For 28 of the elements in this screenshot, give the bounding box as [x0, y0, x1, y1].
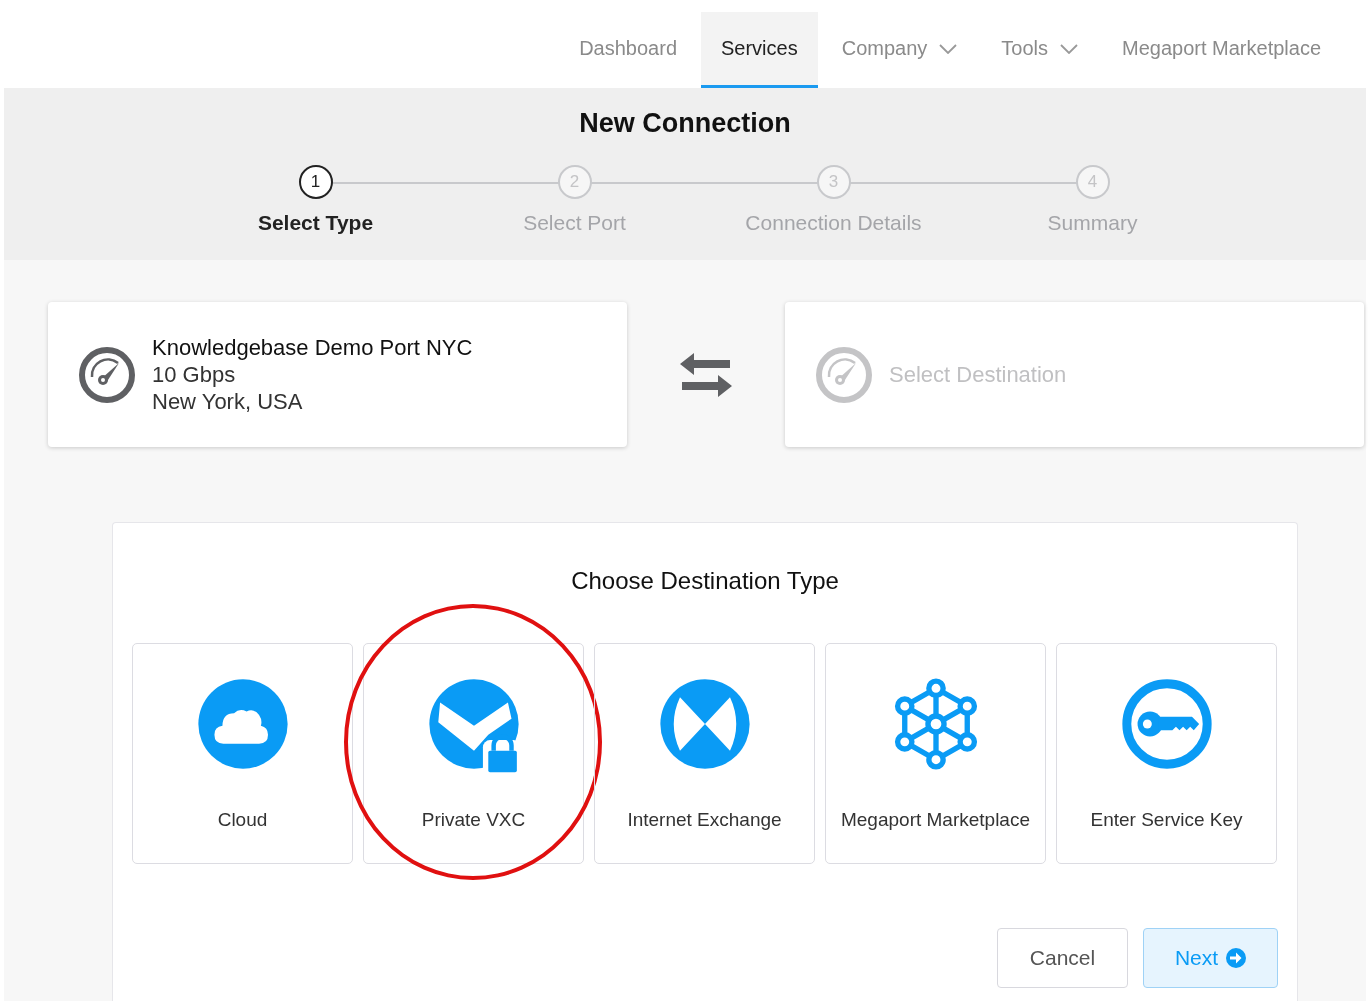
tile-label: Enter Service Key — [1089, 807, 1244, 832]
swap-arrows-icon — [680, 352, 732, 397]
step-label: Summary — [1047, 211, 1138, 235]
speedometer-icon — [815, 345, 873, 404]
port-location: New York, USA — [152, 388, 304, 415]
arrow-circle-icon — [1226, 948, 1247, 968]
destination-type-tile[interactable]: Megaport Marketplace — [825, 643, 1046, 864]
port-name: Knowledgebase Demo Port NYC — [152, 334, 473, 361]
destination-type-tile[interactable]: Internet Exchange — [594, 643, 815, 864]
speedometer-icon — [78, 345, 136, 404]
cancel-button[interactable]: Cancel — [997, 928, 1128, 988]
step-label: Select Port — [523, 211, 626, 235]
destination-type-tile[interactable]: Enter Service Key — [1056, 643, 1277, 864]
tile-label: Cloud — [216, 807, 269, 832]
tile-label: Internet Exchange — [626, 807, 783, 832]
nav-tab[interactable]: Services — [701, 12, 818, 88]
panel-title: Choose Destination Type — [570, 567, 840, 595]
tile-label: Private VXC — [420, 807, 527, 832]
nav-tab[interactable]: Dashboard — [559, 12, 697, 88]
page-title: New Connection — [578, 108, 792, 139]
step-label: Connection Details — [745, 211, 922, 235]
destination-type-tile[interactable]: Private VXC — [363, 643, 584, 864]
destination-placeholder: Select Destination — [889, 361, 1067, 388]
step-label: Select Type — [257, 211, 374, 235]
destination-type-tile[interactable]: Cloud — [132, 643, 353, 864]
port-speed: 10 Gbps — [152, 361, 237, 388]
step-number: 1 — [298, 165, 333, 199]
tile-label: Megaport Marketplace — [839, 807, 1031, 832]
